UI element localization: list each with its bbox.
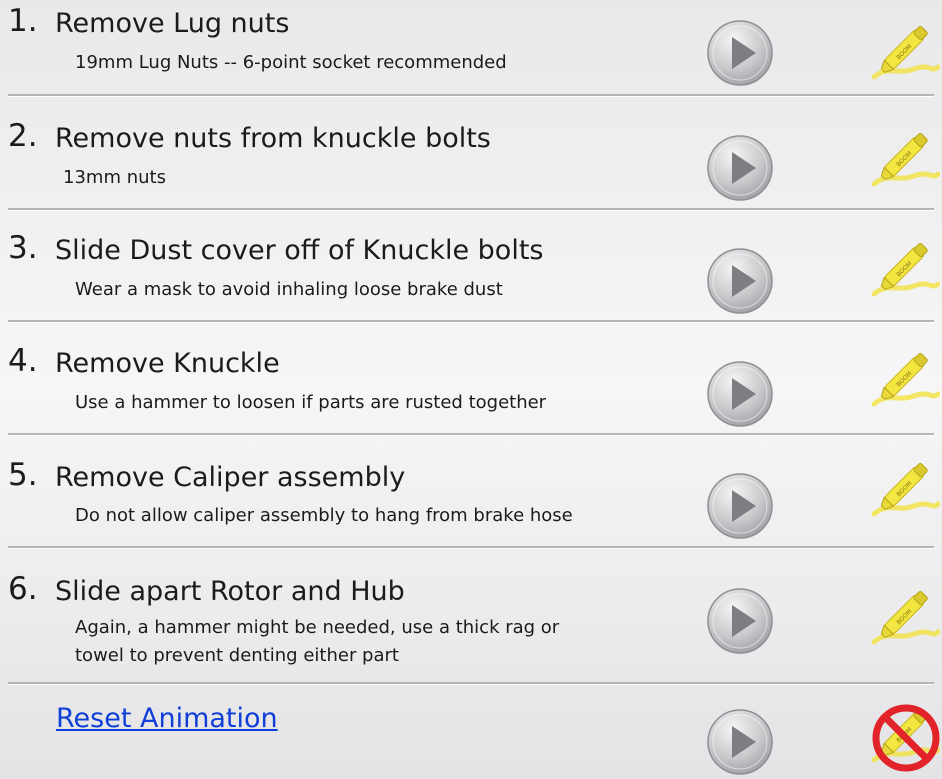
play-button[interactable] — [706, 19, 774, 87]
highlighter-disabled-button[interactable]: BOOM — [868, 698, 940, 774]
divider — [8, 682, 934, 685]
highlighter-button[interactable]: BOOM — [868, 452, 940, 528]
play-button[interactable] — [706, 134, 774, 202]
play-icon — [706, 134, 774, 202]
step-title: Slide apart Rotor and Hub — [55, 576, 405, 607]
highlighter-button[interactable]: BOOM — [868, 122, 940, 198]
step-number: 3. — [8, 230, 38, 266]
step-detail: Use a hammer to loosen if parts are rust… — [75, 392, 547, 413]
step-title: Remove nuts from knuckle bolts — [55, 123, 491, 154]
play-button[interactable] — [706, 360, 774, 428]
divider — [8, 433, 934, 436]
divider — [8, 94, 934, 97]
step-number: 6. — [8, 571, 38, 607]
play-button[interactable] — [706, 587, 774, 655]
step-title: Remove Lug nuts — [55, 8, 290, 39]
step-detail: Do not allow caliper assembly to hang fr… — [75, 505, 573, 526]
highlighter-button[interactable]: BOOM — [868, 232, 940, 308]
step-title: Remove Knuckle — [55, 348, 280, 379]
highlighter-button[interactable]: BOOM — [868, 15, 940, 91]
step-title: Slide Dust cover off of Knuckle bolts — [55, 235, 544, 266]
play-icon — [706, 472, 774, 540]
play-icon — [706, 360, 774, 428]
step-title: Remove Caliper assembly — [55, 462, 406, 493]
highlighter-icon: BOOM — [868, 15, 940, 91]
play-button[interactable] — [706, 247, 774, 315]
step-detail: towel to prevent denting either part — [75, 645, 399, 666]
step-detail: Wear a mask to avoid inhaling loose brak… — [75, 279, 503, 300]
play-icon — [706, 587, 774, 655]
highlighter-icon: BOOM — [868, 452, 940, 528]
play-button[interactable] — [706, 708, 774, 776]
highlighter-icon: BOOM — [868, 342, 940, 418]
highlighter-icon: BOOM — [868, 122, 940, 198]
highlighter-button[interactable]: BOOM — [868, 342, 940, 418]
play-icon — [706, 247, 774, 315]
step-detail: Again, a hammer might be needed, use a t… — [75, 617, 560, 638]
highlighter-button[interactable]: BOOM — [868, 580, 940, 656]
step-number: 1. — [8, 3, 38, 39]
step-detail: 19mm Lug Nuts -- 6-point socket recommen… — [75, 52, 507, 73]
divider — [8, 546, 934, 549]
highlighter-icon: BOOM — [868, 232, 940, 308]
step-number: 2. — [8, 118, 38, 154]
reset-animation-link[interactable]: Reset Animation — [56, 702, 278, 736]
highlighter-icon: BOOM — [868, 580, 940, 656]
divider — [8, 208, 934, 211]
step-number: 4. — [8, 343, 38, 379]
step-number: 5. — [8, 457, 38, 493]
play-icon — [706, 708, 774, 776]
step-detail: 13mm nuts — [63, 167, 166, 188]
divider — [8, 320, 934, 323]
play-button[interactable] — [706, 472, 774, 540]
play-icon — [706, 19, 774, 87]
